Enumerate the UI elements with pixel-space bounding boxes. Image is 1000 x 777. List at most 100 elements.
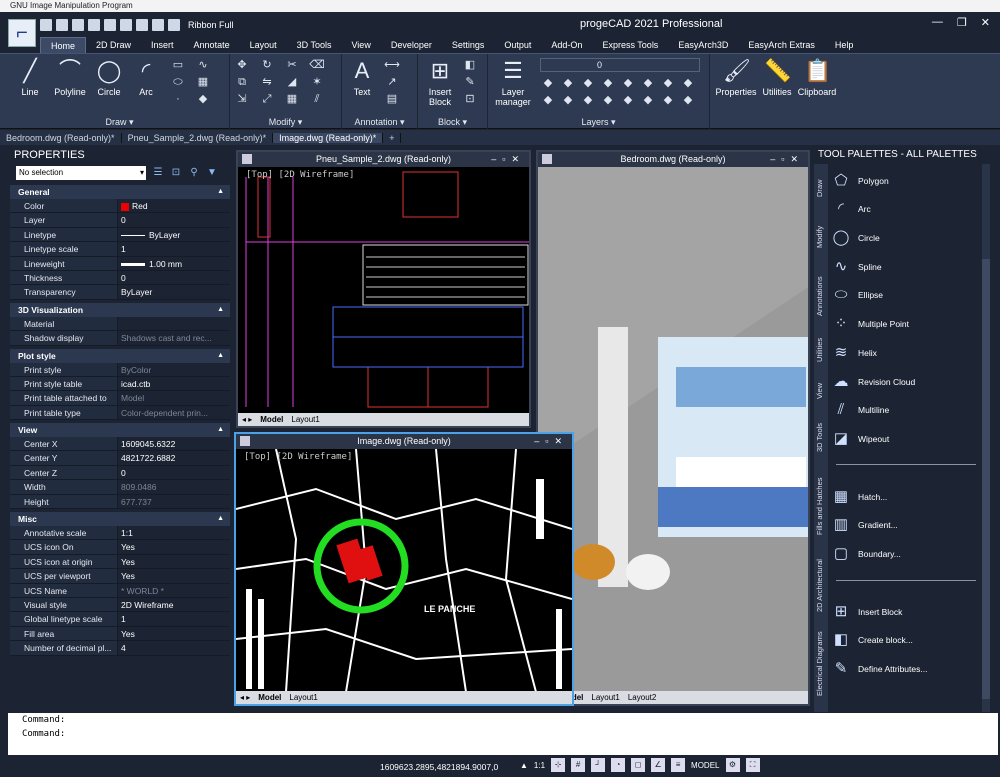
tab-3d-tools[interactable]: 3D Tools: [287, 37, 342, 53]
trim-icon[interactable]: ✂: [284, 58, 300, 72]
attribute-icon[interactable]: ⊡: [462, 92, 478, 106]
property-value[interactable]: 1: [118, 242, 230, 255]
properties-button[interactable]: 🖌 Properties: [714, 58, 758, 97]
preview-icon[interactable]: [152, 19, 164, 31]
ortho-icon[interactable]: ┘: [591, 758, 606, 772]
layer-tool-icon[interactable]: ◆: [560, 93, 576, 107]
property-value[interactable]: 809.0486: [118, 480, 230, 493]
viewport-image[interactable]: Image.dwg (Read-only) –▫✕ [Top] [2D Wiref…: [234, 432, 574, 706]
new-tab-button[interactable]: +: [383, 132, 402, 143]
property-value[interactable]: 1:1: [118, 526, 230, 539]
property-row[interactable]: Color Red: [10, 199, 230, 214]
layer-tool-icon[interactable]: ◆: [620, 76, 636, 90]
command-window[interactable]: Command: Command:: [8, 713, 998, 755]
property-row[interactable]: Lineweight 1.00 mm: [10, 256, 230, 271]
property-row[interactable]: Shadow display Shadows cast and rec...: [10, 331, 230, 346]
layers-panel-label[interactable]: Layers ▾: [488, 117, 709, 128]
quick-select-icon[interactable]: ⚲: [188, 167, 200, 179]
save-icon[interactable]: [72, 19, 84, 31]
layer-tool-icon[interactable]: ◆: [640, 93, 656, 107]
grid-icon[interactable]: #: [571, 758, 586, 772]
circle-button[interactable]: ◯ Circle: [94, 58, 124, 97]
property-value[interactable]: icad.ctb: [118, 377, 230, 390]
property-row[interactable]: UCS icon at origin Yes: [10, 554, 230, 570]
property-value[interactable]: 1.00 mm: [118, 257, 230, 270]
redo-icon[interactable]: [120, 19, 132, 31]
layer-tool-icon[interactable]: ◆: [540, 76, 556, 90]
filter-icon[interactable]: ▼: [206, 167, 218, 179]
insert-block-button[interactable]: ⊞ Insert Block: [422, 58, 458, 107]
undo-icon[interactable]: [104, 19, 116, 31]
property-value[interactable]: Yes: [118, 555, 230, 568]
fillet-icon[interactable]: ◢: [284, 75, 300, 89]
tool-arc[interactable]: ◜ Arc: [830, 198, 871, 220]
gear-icon[interactable]: [168, 19, 180, 31]
model-space-toggle[interactable]: MODEL: [691, 761, 719, 770]
property-row[interactable]: Number of decimal pl... 4: [10, 641, 230, 656]
property-value[interactable]: 0: [118, 213, 230, 226]
property-row[interactable]: Global linetype scale 1: [10, 612, 230, 627]
property-row[interactable]: Linetype ByLayer: [10, 227, 230, 243]
property-value[interactable]: Color-dependent prin...: [118, 406, 230, 419]
ribbon-mode-selector[interactable]: Ribbon Full: [188, 20, 234, 30]
property-row[interactable]: Center X 1609045.6322: [10, 437, 230, 452]
property-value[interactable]: 1609045.6322: [118, 437, 230, 450]
tab-easyarch3d[interactable]: EasyArch3D: [668, 37, 738, 53]
palette-scroll-thumb[interactable]: [982, 259, 990, 699]
layer-tool-icon[interactable]: ◆: [640, 76, 656, 90]
tool-boundary[interactable]: ▢ Boundary...: [830, 543, 901, 565]
utilities-button[interactable]: 📏 Utilities: [760, 58, 794, 97]
property-value[interactable]: [118, 317, 230, 330]
erase-icon[interactable]: ⌫: [309, 58, 325, 72]
property-value[interactable]: Yes: [118, 569, 230, 582]
layout1-tab[interactable]: Layout1: [591, 693, 619, 702]
coordinate-readout[interactable]: 1609623.2895,4821894.9007,0: [380, 762, 498, 772]
property-value[interactable]: Model: [118, 391, 230, 404]
snap-icon[interactable]: ⊹: [551, 758, 566, 772]
property-value[interactable]: ByLayer: [118, 285, 230, 298]
gear-icon[interactable]: ⚙: [725, 758, 740, 772]
lineweight-icon[interactable]: ≡: [671, 758, 686, 772]
explode-icon[interactable]: ✶: [309, 75, 325, 89]
palette-tab-3d-tools[interactable]: 3D Tools: [815, 412, 827, 462]
draw-panel-label[interactable]: Draw ▾: [10, 117, 229, 128]
property-row[interactable]: Transparency ByLayer: [10, 285, 230, 300]
tool-wipeout[interactable]: ◪ Wipeout: [830, 428, 889, 450]
leader-icon[interactable]: ↗: [384, 75, 400, 89]
property-row[interactable]: Print style ByColor: [10, 362, 230, 377]
property-row[interactable]: UCS per viewport Yes: [10, 569, 230, 584]
viewport-view-label[interactable]: [Top] [2D Wireframe]: [244, 452, 352, 462]
property-value[interactable]: 0: [118, 271, 230, 284]
property-row[interactable]: Thickness 0: [10, 270, 230, 286]
model-tab[interactable]: Model: [260, 415, 283, 424]
palette-scrollbar[interactable]: [982, 164, 990, 712]
palette-tab-electrical[interactable]: Electrical Diagrams: [815, 626, 827, 702]
tab-developer[interactable]: Developer: [381, 37, 442, 53]
property-row[interactable]: Layer 0: [10, 213, 230, 228]
tool-spline[interactable]: ∿ Spline: [830, 256, 882, 278]
selection-dropdown[interactable]: No selection: [16, 166, 146, 180]
property-value[interactable]: 2D Wireframe: [118, 598, 230, 611]
doc-tab-bedroom[interactable]: Bedroom.dwg (Read-only)*: [0, 132, 122, 143]
create-block-icon[interactable]: ◧: [462, 58, 478, 72]
tool-ellipse[interactable]: ⬭ Ellipse: [830, 284, 883, 306]
layout1-tab[interactable]: Layout1: [291, 415, 319, 424]
layout2-tab[interactable]: Layout2: [628, 693, 656, 702]
array-icon[interactable]: ▦: [284, 92, 300, 106]
osnap-icon[interactable]: ◻: [631, 758, 646, 772]
tab-view[interactable]: View: [341, 37, 380, 53]
tab-help[interactable]: Help: [825, 37, 864, 53]
block-panel-label[interactable]: Block ▾: [418, 117, 487, 128]
property-row[interactable]: Center Y 4821722.6882: [10, 451, 230, 466]
property-value[interactable]: Red: [118, 199, 230, 212]
property-row[interactable]: UCS Name * WORLD *: [10, 583, 230, 598]
palette-tab-annotations[interactable]: Annotations: [815, 266, 827, 326]
property-value[interactable]: 677.737: [118, 495, 230, 508]
command-input-line[interactable]: Command:: [8, 727, 998, 741]
palette-tab-view[interactable]: View: [815, 374, 827, 408]
tab-easyarch-extras[interactable]: EasyArch Extras: [738, 37, 825, 53]
doc-tab-pneu[interactable]: Pneu_Sample_2.dwg (Read-only)*: [122, 132, 274, 143]
save-as-icon[interactable]: [88, 19, 100, 31]
property-row[interactable]: Print table type Color-dependent prin...: [10, 405, 230, 421]
property-row[interactable]: Linetype scale 1: [10, 242, 230, 257]
